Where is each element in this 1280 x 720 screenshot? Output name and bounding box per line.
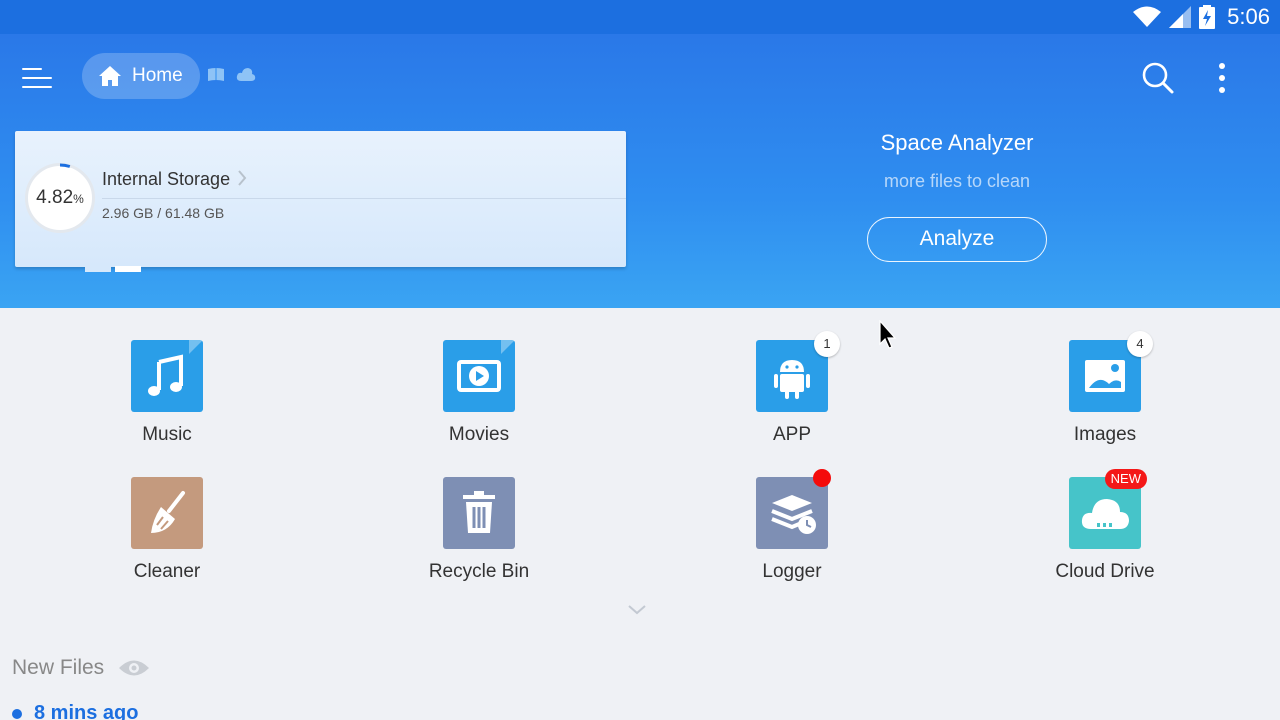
category-label: Movies	[448, 424, 510, 445]
storage-usage-gauge: 4.82%	[25, 163, 95, 233]
menu-icon-line	[22, 86, 52, 88]
cleaner-tile	[131, 477, 203, 549]
tile-fold	[501, 340, 515, 354]
category-images[interactable]: 4 Images	[1005, 331, 1205, 446]
status-bar: 5:06	[0, 0, 1280, 34]
more-vert-icon	[1219, 63, 1225, 93]
category-cloud-drive[interactable]: NEW Cloud Drive	[1005, 469, 1205, 583]
category-label: Cleaner	[133, 561, 201, 582]
app-tile: 1	[756, 331, 840, 412]
mouse-cursor-icon	[879, 320, 897, 349]
cloud-drive-tile: NEW	[1069, 469, 1147, 549]
images-tile: 4	[1069, 331, 1153, 412]
broom-icon	[151, 491, 185, 533]
storage-percent-sign: %	[73, 192, 84, 206]
header-actions	[1138, 58, 1242, 98]
logger-notification-dot	[813, 469, 831, 487]
storage-percent: 4.82%	[27, 165, 93, 231]
new-badge: NEW	[1104, 469, 1147, 489]
analyze-button[interactable]: Analyze	[867, 217, 1047, 262]
tile-fold	[189, 340, 203, 354]
battery-icon	[1199, 5, 1216, 29]
storage-percent-value: 4.82	[36, 187, 74, 208]
logger-tile	[756, 469, 831, 549]
category-label: Logger	[762, 561, 822, 582]
internal-storage-card[interactable]: 4.82% Internal Storage 2.96 GB / 61.48 G…	[15, 131, 626, 272]
category-label: Images	[1073, 424, 1137, 445]
category-app[interactable]: 1 APP	[692, 331, 892, 446]
timeline-dot	[12, 708, 22, 719]
search-button[interactable]	[1138, 58, 1178, 98]
recent-group-header[interactable]: 8 mins ago	[12, 702, 138, 720]
card-page-indicator	[85, 266, 141, 272]
storage-size: 2.96 GB / 61.48 GB	[102, 205, 225, 221]
more-options-button[interactable]	[1202, 58, 1242, 98]
category-label: Music	[142, 424, 192, 445]
cloud-icon[interactable]	[236, 67, 256, 82]
status-time: 5:06	[1227, 4, 1270, 29]
app-count-badge: 1	[814, 331, 840, 357]
signal-icon	[1169, 6, 1192, 28]
category-cleaner[interactable]: Cleaner	[67, 477, 267, 583]
sd-card-icon[interactable]	[207, 67, 225, 83]
music-tile	[131, 340, 203, 412]
menu-icon-line	[22, 77, 52, 79]
new-files-title: New Files	[12, 656, 105, 679]
movies-tile	[443, 340, 515, 412]
images-count-badge: 4	[1127, 331, 1153, 357]
wifi-icon	[1133, 6, 1162, 27]
breadcrumb-home-label: Home	[132, 65, 183, 86]
logger-icon	[771, 495, 816, 534]
category-music[interactable]: Music	[67, 340, 267, 446]
category-label: Cloud Drive	[1055, 561, 1155, 582]
search-icon	[1142, 62, 1174, 94]
category-label: Recycle Bin	[428, 561, 530, 582]
category-movies[interactable]: Movies	[379, 340, 579, 446]
menu-button[interactable]	[22, 62, 56, 92]
category-recycle-bin[interactable]: Recycle Bin	[379, 477, 579, 583]
space-analyzer-subtitle: more files to clean	[883, 171, 1031, 191]
chevron-right-icon	[238, 170, 247, 186]
recycle-bin-tile	[443, 477, 515, 549]
menu-icon	[22, 68, 42, 70]
home-icon	[99, 66, 121, 86]
eye-icon[interactable]	[118, 657, 150, 679]
status-icons: 5:06	[1133, 4, 1270, 30]
new-files-section: New Files	[12, 656, 150, 680]
storage-title: Internal Storage	[102, 169, 231, 189]
trash-icon	[463, 491, 495, 533]
storage-divider	[102, 198, 626, 199]
space-analyzer-title: Space Analyzer	[880, 130, 1034, 155]
category-label: APP	[772, 424, 812, 445]
expand-chevron-icon[interactable]	[627, 604, 647, 616]
recent-time-label: 8 mins ago	[34, 702, 139, 720]
breadcrumb-home[interactable]: Home	[82, 53, 200, 99]
category-logger[interactable]: Logger	[692, 469, 892, 583]
header-hero: Home 4.82% Internal Storage 2.96 GB / 61…	[0, 34, 1280, 308]
